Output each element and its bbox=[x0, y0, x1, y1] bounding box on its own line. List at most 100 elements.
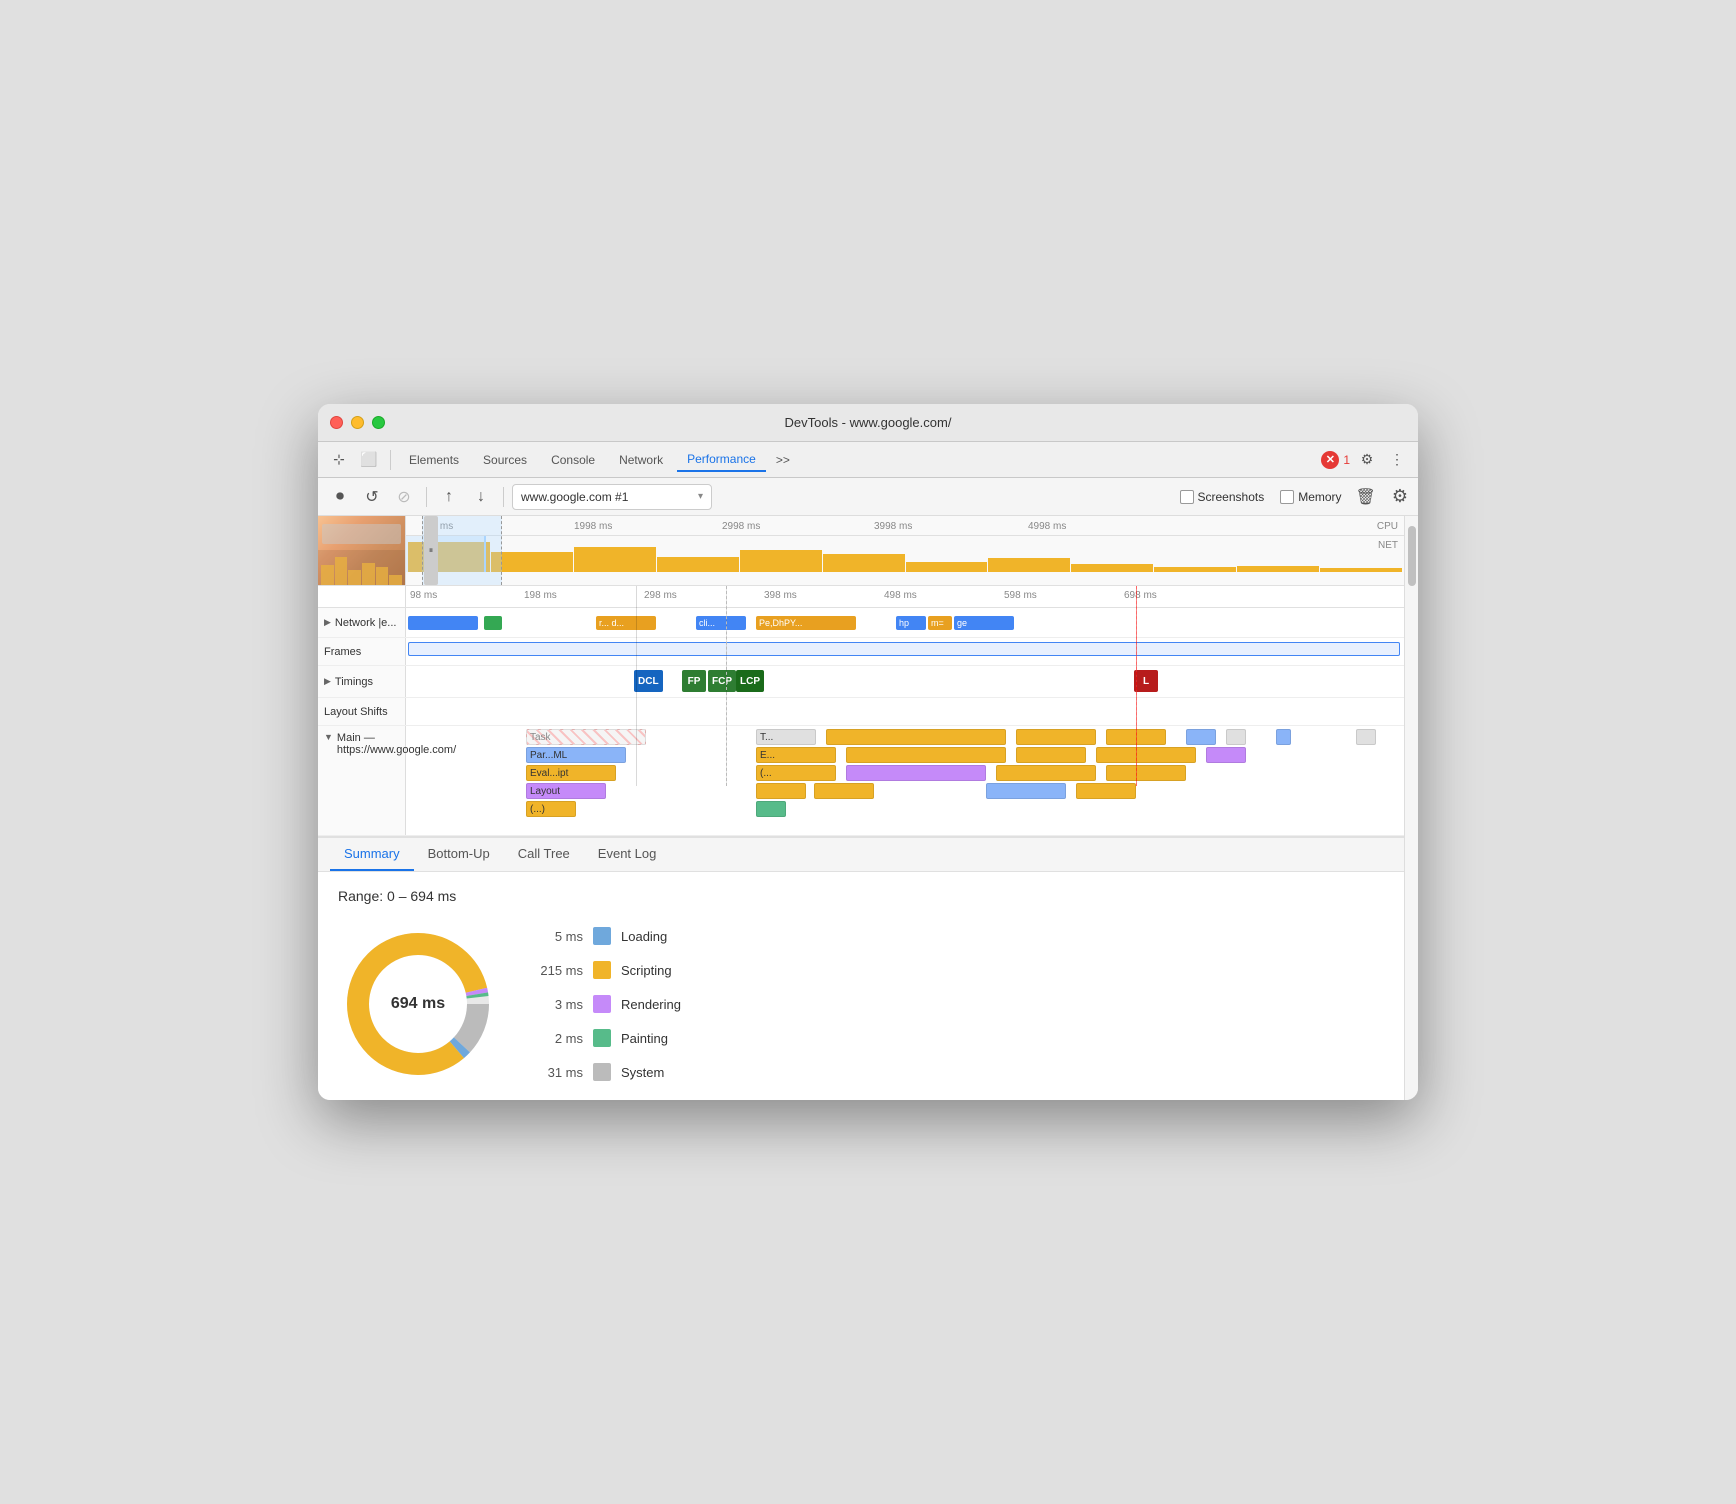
cpu-area: NET bbox=[406, 536, 1404, 572]
trash-button[interactable]: 🗑 bbox=[1352, 485, 1380, 509]
bottom-tabs: Summary Bottom-Up Call Tree Event Log bbox=[318, 838, 1404, 872]
memory-checkbox[interactable] bbox=[1280, 490, 1294, 504]
minimize-button[interactable] bbox=[351, 416, 364, 429]
small-script-block-2[interactable] bbox=[814, 783, 874, 799]
timing-fp[interactable]: FP bbox=[682, 670, 706, 692]
network-track-label[interactable]: ▶ Network |e... bbox=[318, 608, 406, 637]
timing-lcp[interactable]: LCP bbox=[736, 670, 764, 692]
tab-performance[interactable]: Performance bbox=[677, 448, 766, 472]
render-block-2[interactable] bbox=[846, 765, 986, 781]
scripting-block-1[interactable] bbox=[846, 747, 1006, 763]
net-event-4[interactable]: Pe,DhPY... bbox=[756, 616, 856, 630]
url-bar[interactable]: www.google.com #1 ▾ bbox=[512, 484, 712, 510]
download-button[interactable]: ↓ bbox=[467, 483, 495, 511]
error-badge: ✕ bbox=[1321, 451, 1339, 469]
small-block-0[interactable]: (...) bbox=[526, 801, 576, 817]
url-dropdown-arrow[interactable]: ▾ bbox=[698, 491, 703, 502]
scripting-block-3[interactable] bbox=[1096, 747, 1196, 763]
net-event-0[interactable] bbox=[408, 616, 478, 630]
right-scrollbar[interactable] bbox=[1404, 516, 1418, 1100]
net-event-5[interactable]: hp bbox=[896, 616, 926, 630]
inspect-tool[interactable]: ⊹ bbox=[326, 447, 352, 473]
layout-block[interactable]: Layout bbox=[526, 783, 606, 799]
eval-block-2[interactable]: (... bbox=[756, 765, 836, 781]
rendering-ms: 3 ms bbox=[538, 997, 583, 1012]
more-tabs[interactable]: >> bbox=[770, 449, 796, 471]
net-event-1[interactable] bbox=[484, 616, 502, 630]
tab-elements[interactable]: Elements bbox=[399, 449, 469, 471]
settings-button[interactable]: ⚙ bbox=[1390, 484, 1410, 509]
e-block[interactable]: E... bbox=[756, 747, 836, 763]
task-block-5[interactable] bbox=[1186, 729, 1216, 745]
timing-fcp[interactable]: FCP bbox=[708, 670, 736, 692]
scripting-block-5[interactable] bbox=[1106, 765, 1186, 781]
close-button[interactable] bbox=[330, 416, 343, 429]
timings-track-label[interactable]: ▶ Timings bbox=[318, 666, 406, 697]
loading-color bbox=[593, 927, 611, 945]
performance-toolbar: ⏺ ↺ ⊘ ↑ ↓ www.google.com #1 ▾ Screenshot… bbox=[318, 478, 1418, 516]
scripting-ms: 215 ms bbox=[538, 963, 583, 978]
device-toolbar[interactable]: ⬜ bbox=[356, 447, 382, 473]
timings-expand-arrow: ▶ bbox=[324, 676, 331, 687]
layout-shifts-label[interactable]: Layout Shifts bbox=[318, 698, 406, 725]
task-block-6[interactable] bbox=[1226, 729, 1246, 745]
small-script-block[interactable] bbox=[756, 783, 806, 799]
clear-button[interactable]: ⊘ bbox=[390, 483, 418, 511]
tab-summary[interactable]: Summary bbox=[330, 838, 414, 871]
task-block-7[interactable] bbox=[1276, 729, 1291, 745]
bottom-panel: Summary Bottom-Up Call Tree Event Log Ra… bbox=[318, 836, 1404, 1100]
loading-ms: 5 ms bbox=[538, 929, 583, 944]
maximize-button[interactable] bbox=[372, 416, 385, 429]
time-mark-4: 498 ms bbox=[884, 590, 917, 601]
network-block-2[interactable] bbox=[986, 783, 1066, 799]
net-event-2[interactable]: r... d... bbox=[596, 616, 656, 630]
scripting-name: Scripting bbox=[621, 963, 672, 978]
scrollbar-thumb[interactable] bbox=[1408, 526, 1416, 586]
script-block-6[interactable] bbox=[1076, 783, 1136, 799]
reload-button[interactable]: ↺ bbox=[358, 483, 386, 511]
net-event-3[interactable]: cli... bbox=[696, 616, 746, 630]
tab-console[interactable]: Console bbox=[541, 449, 605, 471]
task-block-3[interactable] bbox=[1016, 729, 1096, 745]
task-block-4[interactable] bbox=[1106, 729, 1166, 745]
settings-gear[interactable]: ⚙ bbox=[1354, 447, 1380, 473]
network-track: ▶ Network |e... r... d... cli... Pe,DhPY… bbox=[318, 608, 1404, 638]
painting-color bbox=[593, 1029, 611, 1047]
tab-call-tree[interactable]: Call Tree bbox=[504, 838, 584, 871]
timeline-overview[interactable]: 98 ms 1998 ms 2998 ms 3998 ms 4998 ms CP… bbox=[318, 516, 1404, 586]
tab-right-icons: ✕ 1 ⚙ ⋮ bbox=[1321, 447, 1410, 473]
tab-sources[interactable]: Sources bbox=[473, 449, 537, 471]
timing-dcl[interactable]: DCL bbox=[634, 670, 663, 692]
task-block-8[interactable] bbox=[1356, 729, 1376, 745]
task-block-0[interactable]: Task bbox=[526, 729, 646, 745]
legend-loading: 5 ms Loading bbox=[538, 927, 681, 945]
main-expand-arrow: ▼ bbox=[324, 732, 333, 742]
net-event-7[interactable]: ge bbox=[954, 616, 1014, 630]
timings-track-name: Timings bbox=[335, 676, 373, 688]
net-event-6[interactable]: m= bbox=[928, 616, 952, 630]
eval-script-block[interactable]: Eval...ipt bbox=[526, 765, 616, 781]
task-block-1[interactable]: T... bbox=[756, 729, 816, 745]
tab-network[interactable]: Network bbox=[609, 449, 673, 471]
main-content-wrapper: 98 ms 1998 ms 2998 ms 3998 ms 4998 ms CP… bbox=[318, 516, 1418, 1100]
upload-button[interactable]: ↑ bbox=[435, 483, 463, 511]
time-axis-left bbox=[318, 586, 406, 607]
screenshots-checkbox[interactable] bbox=[1180, 490, 1194, 504]
tab-event-log[interactable]: Event Log bbox=[584, 838, 671, 871]
frames-track-name: Frames bbox=[324, 646, 361, 658]
record-button[interactable]: ⏺ bbox=[326, 483, 354, 511]
legend-rendering: 3 ms Rendering bbox=[538, 995, 681, 1013]
scripting-block-2[interactable] bbox=[1016, 747, 1086, 763]
paint-block[interactable] bbox=[756, 801, 786, 817]
timing-l[interactable]: L bbox=[1134, 670, 1158, 692]
task-block-2[interactable] bbox=[826, 729, 1006, 745]
par-ml-block[interactable]: Par...ML bbox=[526, 747, 626, 763]
tab-bottom-up[interactable]: Bottom-Up bbox=[414, 838, 504, 871]
render-block-1[interactable] bbox=[1206, 747, 1246, 763]
timings-track: ▶ Timings DCL FP FCP LCP L bbox=[318, 666, 1404, 698]
layout-shifts-content bbox=[406, 698, 1404, 726]
main-track-label[interactable]: ▼ Main — https://www.google.com/ bbox=[318, 726, 406, 835]
scripting-block-4[interactable] bbox=[996, 765, 1096, 781]
frames-track-label[interactable]: Frames bbox=[318, 638, 406, 665]
more-options[interactable]: ⋮ bbox=[1384, 447, 1410, 473]
